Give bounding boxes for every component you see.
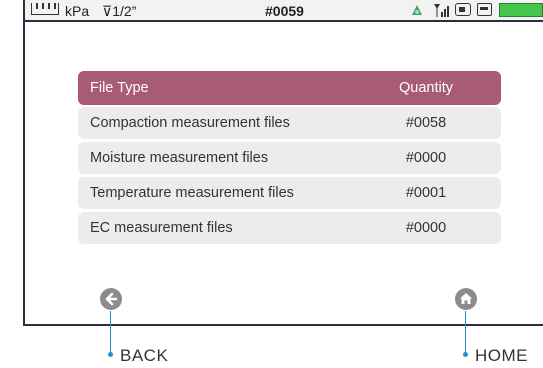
- unit-label: kPa: [65, 3, 90, 19]
- row-file-type: EC measurement files: [90, 220, 233, 236]
- back-callout-label: BACK: [120, 346, 169, 365]
- status-bar: kPa ⊽1/2” #0059: [25, 0, 543, 22]
- row-quantity: #0001: [405, 185, 447, 201]
- printer-icon: [477, 3, 492, 16]
- ruler-icon: [31, 3, 59, 15]
- back-callout-line: [110, 311, 111, 354]
- header-quantity: Quantity: [399, 80, 453, 96]
- sd-card-icon: [455, 3, 471, 16]
- back-button[interactable]: [100, 288, 122, 310]
- row-file-type: Temperature measurement files: [90, 185, 294, 201]
- table-row[interactable]: Temperature measurement files #0001: [78, 177, 501, 209]
- home-button[interactable]: [455, 288, 477, 310]
- record-id: #0059: [265, 3, 304, 19]
- diameter-label: ⊽1/2”: [102, 3, 137, 19]
- row-file-type: Compaction measurement files: [90, 115, 290, 131]
- home-icon: [460, 293, 472, 304]
- back-arrow-icon: [105, 292, 118, 306]
- table-row[interactable]: Moisture measurement files #0000: [78, 142, 501, 174]
- table-row[interactable]: Compaction measurement files #0058: [78, 107, 501, 139]
- file-table: File Type Quantity Compaction measuremen…: [78, 71, 501, 247]
- header-file-type: File Type: [90, 80, 149, 96]
- row-quantity: #0000: [405, 220, 447, 236]
- battery-icon: [499, 3, 543, 17]
- table-row[interactable]: EC measurement files #0000: [78, 212, 501, 244]
- back-callout-dot: [108, 352, 113, 357]
- home-callout-line: [465, 311, 466, 354]
- table-header: File Type Quantity: [78, 71, 501, 105]
- row-quantity: #0000: [405, 150, 447, 166]
- signal-icon: [434, 4, 449, 17]
- row-file-type: Moisture measurement files: [90, 150, 269, 166]
- row-quantity: #0058: [405, 115, 447, 131]
- gps-icon: [412, 5, 422, 15]
- home-callout-label: HOME: [475, 346, 528, 365]
- home-callout-dot: [463, 352, 468, 357]
